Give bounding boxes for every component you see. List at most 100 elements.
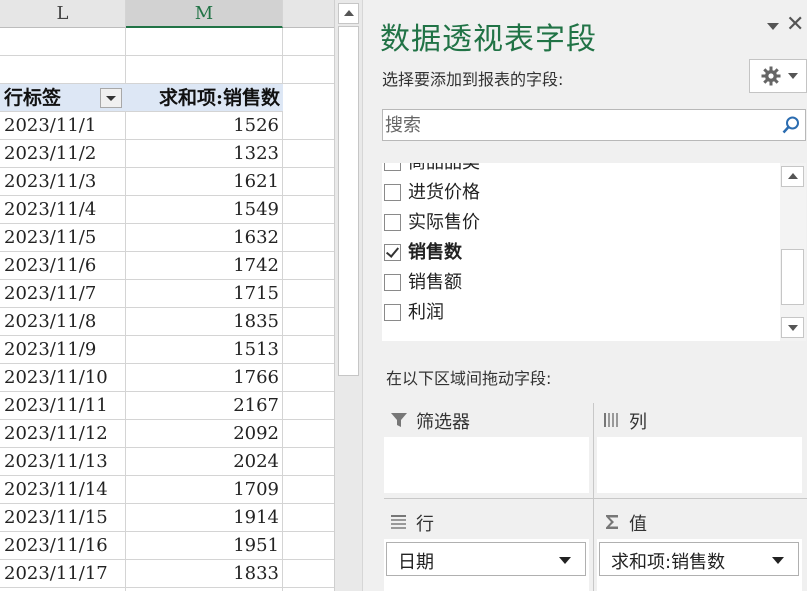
area-divider — [593, 403, 594, 591]
value-cell[interactable]: 1766 — [233, 364, 279, 392]
value-cell[interactable]: 1621 — [233, 168, 279, 196]
sheet-vertical-scrollbar[interactable] — [334, 0, 362, 591]
value-cell[interactable]: 1526 — [233, 112, 279, 140]
field-list[interactable]: 商品品类 进货价格 实际售价 销售数 销售额 利润 — [382, 163, 806, 341]
field-item-sales-count[interactable]: 销售数 — [382, 238, 780, 268]
field-item-purchase-price[interactable]: 进货价格 — [382, 178, 780, 208]
date-cell[interactable]: 2023/11/6 — [4, 252, 96, 280]
rows-drop-zone[interactable]: 日期 — [384, 539, 589, 591]
table-row[interactable]: 2023/11/8 1835 — [0, 308, 334, 336]
value-cell[interactable]: 1835 — [233, 308, 279, 336]
field-checkbox[interactable] — [384, 304, 401, 321]
field-checkbox[interactable] — [384, 214, 401, 231]
date-cell[interactable]: 2023/11/9 — [4, 336, 96, 364]
value-cell[interactable]: 1742 — [233, 252, 279, 280]
date-cell[interactable]: 2023/11/2 — [4, 140, 96, 168]
value-cell[interactable]: 1951 — [233, 532, 279, 560]
table-row[interactable]: 2023/11/9 1513 — [0, 336, 334, 364]
field-item-sales-amount[interactable]: 销售额 — [382, 268, 780, 298]
scroll-down-button[interactable] — [781, 317, 804, 338]
table-row[interactable]: 2023/11/15 1914 — [0, 504, 334, 532]
table-row[interactable]: 2023/11/12 2092 — [0, 420, 334, 448]
field-label: 商品品类 — [408, 163, 480, 176]
date-cell[interactable]: 2023/11/10 — [4, 364, 108, 392]
field-item-profit[interactable]: 利润 — [382, 298, 780, 328]
table-row[interactable]: 2023/11/17 1833 — [0, 560, 334, 588]
table-row[interactable]: 2023/11/4 1549 — [0, 196, 334, 224]
field-checkbox[interactable] — [384, 163, 401, 171]
column-header-m[interactable]: M — [126, 0, 283, 28]
table-row[interactable]: 2023/11/2 1323 — [0, 140, 334, 168]
value-cell[interactable]: 1914 — [233, 504, 279, 532]
date-cell[interactable]: 2023/11/11 — [4, 392, 108, 420]
scroll-up-button[interactable] — [338, 3, 359, 24]
date-cell[interactable]: 2023/11/3 — [4, 168, 96, 196]
date-cell[interactable]: 2023/11/16 — [4, 532, 108, 560]
value-cell[interactable]: 1323 — [233, 140, 279, 168]
chevron-down-icon[interactable] — [559, 557, 571, 564]
rows-field-pill[interactable]: 日期 — [386, 542, 586, 576]
field-item-category[interactable]: 商品品类 — [382, 163, 780, 178]
date-cell[interactable]: 2023/11/7 — [4, 280, 96, 308]
values-area[interactable]: 值 求和项:销售数 — [597, 505, 802, 591]
table-row[interactable]: 2023/11/14 1709 — [0, 476, 334, 504]
table-row[interactable]: 2023/11/11 2167 — [0, 392, 334, 420]
date-cell[interactable]: 2023/11/14 — [4, 476, 108, 504]
empty-row[interactable] — [0, 28, 334, 56]
value-cell[interactable]: 2167 — [233, 392, 279, 420]
date-cell[interactable]: 2023/11/17 — [4, 560, 108, 588]
search-icon[interactable] — [781, 115, 801, 135]
table-row[interactable]: 2023/11/13 2024 — [0, 448, 334, 476]
field-item-actual-price[interactable]: 实际售价 — [382, 208, 780, 238]
value-cell[interactable]: 1513 — [233, 336, 279, 364]
columns-drop-zone[interactable] — [597, 437, 802, 493]
chevron-down-icon[interactable] — [772, 557, 784, 564]
date-cell[interactable]: 2023/11/15 — [4, 504, 108, 532]
value-cell[interactable]: 1632 — [233, 224, 279, 252]
table-row[interactable]: 2023/11/5 1632 — [0, 224, 334, 252]
column-header-l[interactable]: L — [0, 0, 126, 28]
value-cell[interactable]: 1709 — [233, 476, 279, 504]
filters-area[interactable]: 筛选器 — [384, 403, 589, 493]
date-cell[interactable]: 2023/11/5 — [4, 224, 96, 252]
search-input[interactable] — [385, 110, 765, 140]
date-cell[interactable]: 2023/11/8 — [4, 308, 96, 336]
value-cell[interactable]: 1715 — [233, 280, 279, 308]
scroll-thumb[interactable] — [781, 249, 804, 305]
table-row[interactable]: 2023/11/7 1715 — [0, 280, 334, 308]
value-cell[interactable]: 2024 — [233, 448, 279, 476]
values-field-pill[interactable]: 求和项:销售数 — [599, 542, 799, 576]
table-row[interactable]: 2023/11/10 1766 — [0, 364, 334, 392]
rows-area[interactable]: 行 日期 — [384, 505, 589, 591]
empty-row[interactable] — [0, 56, 334, 84]
spreadsheet-grid[interactable]: L M 行标签 求和项:销售数 2023/11/1 1526 2023/11/2 13… — [0, 0, 334, 591]
table-row[interactable]: 2023/11/16 1951 — [0, 532, 334, 560]
value-cell[interactable]: 2092 — [233, 420, 279, 448]
value-cell[interactable]: 1549 — [233, 196, 279, 224]
column-header-blank[interactable] — [283, 0, 334, 28]
pane-options-menu-icon[interactable] — [765, 18, 779, 32]
filters-drop-zone[interactable] — [384, 437, 589, 493]
date-cell[interactable]: 2023/11/13 — [4, 448, 108, 476]
value-cell[interactable]: 1833 — [233, 560, 279, 588]
table-row[interactable]: 2023/11/6 1742 — [0, 252, 334, 280]
scroll-up-button[interactable] — [781, 166, 804, 187]
date-cell[interactable]: 2023/11/1 — [4, 112, 96, 140]
field-list-scrollbar[interactable] — [780, 163, 806, 341]
tools-button[interactable] — [749, 59, 807, 93]
date-cell[interactable]: 2023/11/12 — [4, 420, 108, 448]
scroll-thumb[interactable] — [338, 26, 359, 376]
pivot-header-row[interactable]: 行标签 求和项:销售数 — [0, 84, 283, 112]
search-box[interactable] — [382, 109, 806, 141]
values-drop-zone[interactable]: 求和项:销售数 — [597, 539, 802, 591]
close-icon[interactable]: ✕ — [786, 12, 804, 38]
field-checkbox[interactable] — [384, 274, 401, 291]
table-row[interactable]: 2023/11/1 1526 — [0, 112, 334, 140]
row-filter-dropdown[interactable] — [100, 88, 122, 108]
field-checkbox[interactable] — [384, 184, 401, 201]
date-cell[interactable]: 2023/11/4 — [4, 196, 96, 224]
columns-area[interactable]: 列 — [597, 403, 802, 493]
table-row[interactable]: 2023/11/3 1621 — [0, 168, 334, 196]
field-checkbox-checked[interactable] — [384, 244, 401, 261]
area-header: 值 — [597, 505, 802, 539]
